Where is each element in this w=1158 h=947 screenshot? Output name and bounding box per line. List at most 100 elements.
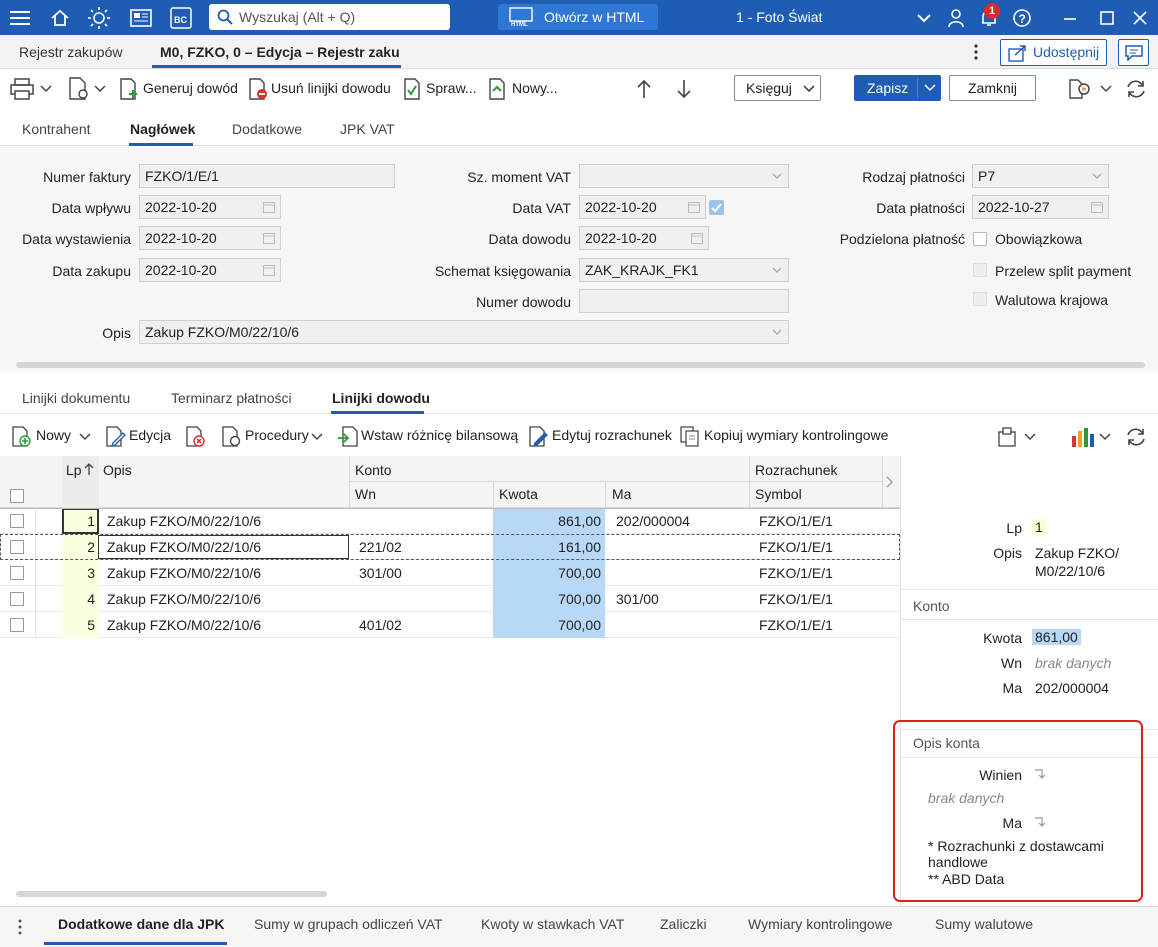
delete-document-icon[interactable] [185, 426, 207, 448]
help-icon[interactable]: ? [1010, 6, 1034, 30]
search-input[interactable]: Wyszukaj (Alt + Q) [209, 4, 450, 30]
tab-doc-lines[interactable]: Linijki dokumentu [22, 390, 130, 406]
chevron-down-icon[interactable] [924, 84, 936, 92]
split-transfer-checkbox[interactable] [973, 263, 987, 277]
table-row[interactable]: 3 Zakup FZKO/M0/22/10/6 301/00 700,00 FZKO/1… [0, 560, 900, 586]
procedures-button[interactable]: Procedury [221, 426, 323, 448]
description-field[interactable]: Zakup FZKO/M0/22/10/6 [139, 320, 789, 344]
arrow-down-icon[interactable] [677, 79, 691, 99]
insert-balance-diff-button[interactable]: Wstaw różnicę bilansową [337, 426, 518, 448]
minimize-icon[interactable] [1058, 6, 1082, 30]
tab-sums-groups[interactable]: Sumy w grupach odliczeń VAT [254, 916, 443, 932]
new-button[interactable]: Nowy... [488, 78, 558, 102]
form-scrollbar[interactable] [16, 362, 1145, 368]
export-icon[interactable] [998, 427, 1020, 447]
tab-jpk-data[interactable]: Dodatkowe dane dla JPK [58, 916, 224, 932]
chart-icon[interactable] [1071, 426, 1095, 448]
grid-scrollbar[interactable] [16, 891, 327, 897]
vat-date-checkbox[interactable] [709, 200, 724, 215]
grid-new-button[interactable]: Nowy [11, 426, 91, 448]
settings-gear-icon[interactable] [1068, 78, 1092, 100]
chevron-down-icon[interactable] [772, 173, 782, 179]
chevron-down-icon[interactable] [40, 85, 52, 93]
chevron-down-icon[interactable] [912, 6, 936, 30]
chevron-down-icon[interactable] [1099, 433, 1111, 441]
payment-date-field[interactable]: 2022-10-27 [972, 195, 1109, 219]
tab-proof-lines[interactable]: Linijki dowodu [332, 390, 430, 406]
chevron-down-icon[interactable] [1092, 173, 1102, 179]
sun-icon[interactable] [87, 6, 111, 30]
sort-up-icon[interactable] [84, 462, 94, 476]
chevron-down-icon[interactable] [772, 329, 782, 335]
calendar-icon[interactable] [263, 264, 275, 276]
col-lp[interactable]: Lp [66, 462, 82, 478]
hamburger-menu-icon[interactable] [8, 6, 32, 30]
proof-number-field[interactable] [579, 289, 789, 313]
row-checkbox[interactable] [10, 514, 24, 528]
calendar-icon[interactable] [263, 201, 275, 213]
more-vertical-icon[interactable] [973, 43, 979, 61]
user-icon[interactable] [944, 6, 968, 30]
posting-scheme-field[interactable]: ZAK_KRAJK_FK1 [579, 258, 789, 282]
tab-register[interactable]: Rejestr zakupów [19, 44, 123, 60]
calendar-icon[interactable] [691, 232, 703, 244]
edit-settlement-button[interactable]: Edytuj rozrachunek [528, 426, 672, 448]
table-row[interactable]: 2 Zakup FZKO/M0/22/10/6 221/02 161,00 FZKO/1… [0, 534, 900, 560]
row-checkbox[interactable] [10, 618, 24, 632]
purchase-date-field[interactable]: 2022-10-20 [139, 258, 281, 282]
table-row[interactable]: 5 Zakup FZKO/M0/22/10/6 401/02 700,00 FZKO/1… [0, 612, 900, 638]
col-opis[interactable]: Opis [103, 462, 132, 478]
chevron-right-icon[interactable] [886, 476, 894, 488]
tab-payment-schedule[interactable]: Terminarz płatności [171, 390, 292, 406]
tab-dims[interactable]: Wymiary kontrolingowe [748, 916, 893, 932]
open-html-button[interactable]: HTML Otwórz w HTML [498, 4, 658, 30]
tab-jpk-vat[interactable]: JPK VAT [340, 121, 395, 137]
tab-currency-sums[interactable]: Sumy walutowe [935, 916, 1033, 932]
tab-advances[interactable]: Zaliczki [660, 916, 707, 932]
newspaper-icon[interactable] [129, 6, 153, 30]
vat-date-field[interactable]: 2022-10-20 [579, 195, 706, 219]
refresh-icon[interactable] [1125, 78, 1147, 100]
calendar-icon[interactable] [688, 201, 700, 213]
col-wn[interactable]: Wn [355, 486, 376, 502]
print-icon[interactable] [10, 78, 34, 100]
copy-dims-button[interactable]: Kopiuj wymiary kontrolingowe [680, 426, 888, 448]
post-dropdown[interactable]: Księguj [734, 75, 821, 101]
comment-button[interactable] [1118, 39, 1149, 66]
calendar-icon[interactable] [263, 232, 275, 244]
calendar-icon[interactable] [1091, 201, 1103, 213]
maximize-icon[interactable] [1095, 6, 1119, 30]
document-settings-icon[interactable] [68, 77, 90, 101]
table-row[interactable]: 1 Zakup FZKO/M0/22/10/6 861,00 202/000004 FZ… [0, 508, 900, 534]
tab-contractor[interactable]: Kontrahent [22, 121, 91, 137]
payment-type-field[interactable]: P7 [972, 164, 1109, 188]
bc-icon[interactable]: BC [169, 6, 193, 30]
chevron-down-icon[interactable] [1100, 85, 1112, 93]
more-vertical-icon[interactable] [18, 919, 22, 935]
share-button[interactable]: Udostępnij [1000, 39, 1107, 66]
arrow-up-icon[interactable] [637, 79, 651, 99]
col-kwota[interactable]: Kwota [499, 486, 538, 502]
remove-lines-button[interactable]: Usuń linijki dowodu [248, 78, 391, 102]
tab-header[interactable]: Nagłówek [130, 121, 195, 137]
select-all-checkbox[interactable] [10, 489, 24, 503]
domestic-currency-checkbox[interactable] [973, 292, 987, 306]
check-button[interactable]: Spraw... [403, 78, 477, 102]
home-icon[interactable] [48, 6, 72, 30]
invoice-number-field[interactable]: FZKO/1/E/1 [139, 164, 395, 188]
issue-date-field[interactable]: 2022-10-20 [139, 226, 281, 250]
refresh-icon[interactable] [1125, 426, 1147, 448]
close-window-icon[interactable] [1128, 6, 1152, 30]
chevron-down-icon[interactable] [1024, 433, 1036, 441]
tab-amounts-rates[interactable]: Kwoty w stawkach VAT [481, 916, 624, 932]
save-button[interactable]: Zapisz [854, 75, 941, 101]
row-checkbox[interactable] [10, 566, 24, 580]
chevron-down-icon[interactable] [94, 85, 106, 93]
row-checkbox[interactable] [10, 592, 24, 606]
vat-moment-field[interactable] [579, 164, 789, 188]
table-row[interactable]: 4 Zakup FZKO/M0/22/10/6 700,00 301/00 FZKO/1… [0, 586, 900, 612]
grid-edit-button[interactable]: Edycja [105, 426, 171, 448]
col-ma[interactable]: Ma [612, 486, 631, 502]
receipt-date-field[interactable]: 2022-10-20 [139, 195, 281, 219]
proof-date-field[interactable]: 2022-10-20 [579, 226, 709, 250]
